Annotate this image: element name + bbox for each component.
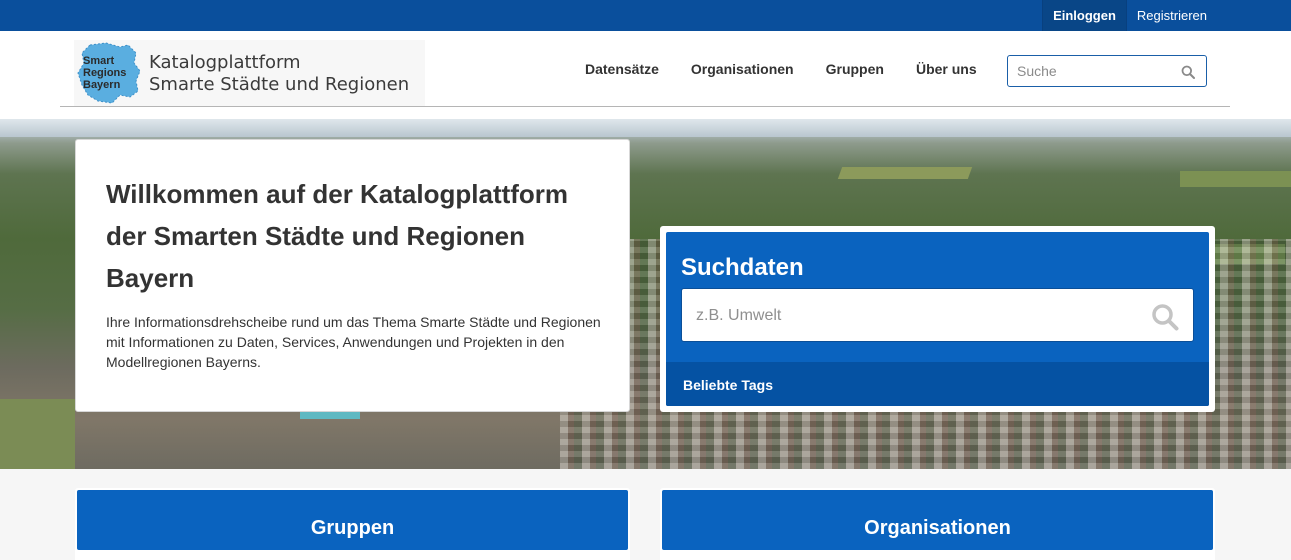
- site-header: Smart Regions Bayern Katalogplattform Sm…: [0, 31, 1291, 119]
- hero-field: [1180, 171, 1291, 187]
- dataset-search-input[interactable]: [696, 305, 1136, 327]
- groups-card-title: Gruppen: [310, 517, 395, 539]
- top-account-bar: Einloggen Registrieren: [0, 0, 1291, 31]
- search-panel: Suchdaten Beliebte Tags: [666, 232, 1209, 406]
- hero-field: [0, 399, 75, 469]
- welcome-title: Willkommen auf der Katalogplattform der …: [106, 179, 569, 293]
- main-nav: Datensätze Organisationen Gruppen Über u…: [585, 31, 1009, 106]
- logo-mark-line-2: Regions: [83, 67, 126, 79]
- nav-item-ueber-uns[interactable]: Über uns: [916, 61, 977, 77]
- hero-sky: [0, 119, 1291, 137]
- logo-mark-line-1: Smart: [83, 55, 115, 67]
- dataset-search: [681, 288, 1194, 342]
- organisations-card-header[interactable]: Organisationen: [662, 490, 1213, 550]
- header-search-input[interactable]: [1017, 61, 1177, 81]
- logo-title: Katalogplattform Smarte Städte und Regio…: [149, 52, 409, 96]
- nav-item-gruppen[interactable]: Gruppen: [826, 61, 884, 77]
- login-link[interactable]: Einloggen: [1042, 0, 1126, 31]
- search-box: Suchdaten Beliebte Tags: [660, 226, 1215, 412]
- groups-card-header[interactable]: Gruppen: [77, 490, 628, 550]
- nav-item-datensaetze[interactable]: Datensätze: [585, 61, 659, 77]
- organisations-card-title: Organisationen: [864, 517, 1011, 539]
- register-link[interactable]: Registrieren: [1125, 0, 1217, 31]
- popular-tags-band: Beliebte Tags: [666, 362, 1209, 406]
- logo-title-line-1: Katalogplattform: [149, 52, 301, 73]
- header-search: [1007, 55, 1207, 87]
- popular-tags-label: Beliebte Tags: [683, 377, 773, 393]
- nav-item-organisationen[interactable]: Organisationen: [691, 61, 794, 77]
- account-links: Einloggen Registrieren: [1042, 0, 1217, 31]
- groups-card: Gruppen: [75, 488, 630, 560]
- hero-field: [837, 167, 973, 179]
- search-icon[interactable]: [1181, 65, 1195, 79]
- organisations-card: Organisationen: [660, 488, 1215, 560]
- welcome-box: Willkommen auf der Katalogplattform der …: [75, 139, 630, 412]
- search-icon[interactable]: [1151, 303, 1179, 331]
- site-logo[interactable]: Smart Regions Bayern Katalogplattform Sm…: [74, 40, 425, 106]
- logo-mark-line-3: Bayern: [83, 79, 121, 91]
- welcome-text: Ihre Informationsdrehscheibe rund um das…: [106, 314, 601, 370]
- header-divider: [60, 106, 1230, 107]
- logo-title-line-2: Smarte Städte und Regionen: [149, 74, 410, 95]
- search-title: Suchdaten: [681, 254, 804, 281]
- bavaria-map-logo-icon: Smart Regions Bayern: [77, 42, 141, 104]
